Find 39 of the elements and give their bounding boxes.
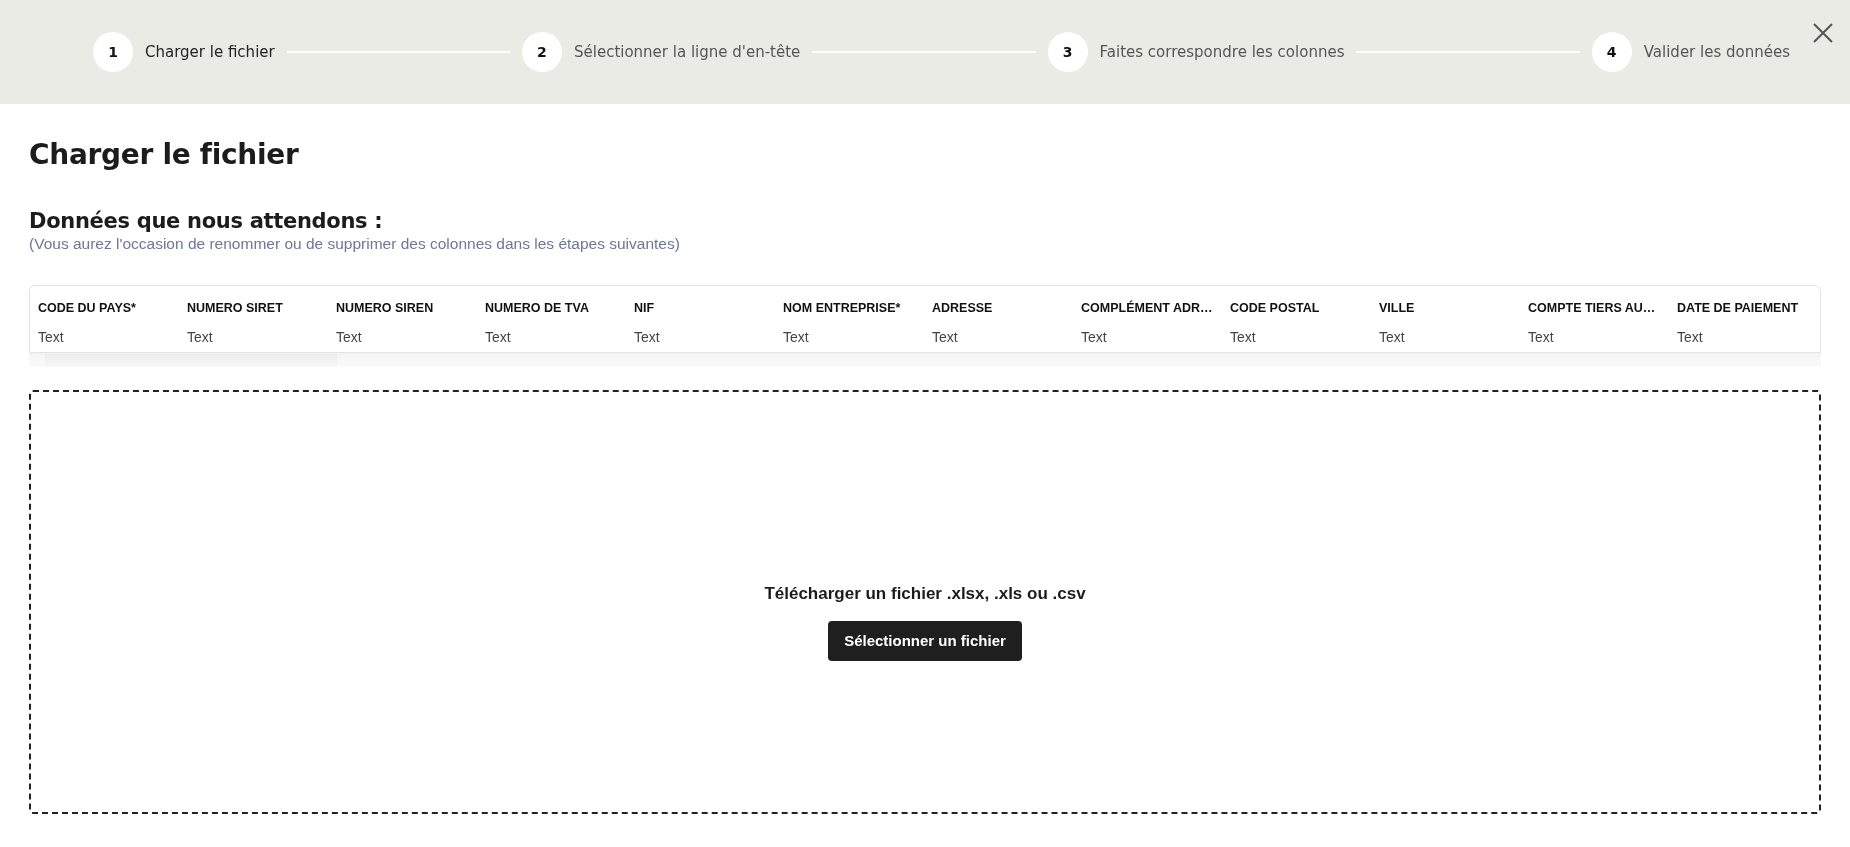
upload-prompt: Télécharger un fichier .xlsx, .xls ou .csv [764,583,1086,604]
table-cell-text: Text [1677,328,1704,347]
table-cell-text: Text [485,328,512,347]
page-title: Charger le fichier [29,138,300,171]
column-header: NIF [634,300,656,317]
step-number: 1 [93,32,133,72]
step-number: 4 [1591,32,1632,72]
step-label: Faites correspondre les colonnes [1099,43,1345,61]
column-header: VILLE [1379,300,1416,317]
table-cell-text: Text [932,328,959,347]
table-cell-text: Text [634,328,661,347]
step-label: Valider les données [1643,43,1790,61]
column-header: NUMERO DE TVA [485,300,590,317]
column-header: NUMERO SIREN [336,300,435,317]
column-header: DATE DE PAIEMENT [1677,300,1800,317]
table-cell-text: Text [187,328,214,347]
column-header: ADRESSE [932,300,994,317]
step-number: 3 [1047,32,1088,72]
table-cell-text: Text [1081,328,1108,347]
step-label: Sélectionner la ligne d'en-tête [574,43,801,61]
table-cell-text: Text [38,328,65,347]
column-header: CODE DU PAYS* [38,300,137,317]
column-header: NUMERO SIRET [187,300,284,317]
scrollbar-thumb[interactable] [45,354,337,366]
step-number: 2 [522,32,562,72]
column-header: COMPLÉMENT ADR… [1081,299,1214,317]
step-label: Charger le fichier [145,43,275,61]
select-file-button[interactable]: Sélectionner un fichier [828,620,1022,661]
section-heading: Données que nous attendons : [29,209,384,233]
table-cell-text: Text [1230,328,1257,347]
hint-text: (Vous aurez l'occasion de renommer ou de supprimer des colonnes dans les étapes suivantes) [29,235,681,253]
column-header: COMPTE TIERS AU… [1528,300,1657,317]
table-cell-text: Text [1528,328,1555,347]
table-cell-text: Text [336,328,363,347]
column-header: CODE POSTAL [1230,300,1321,317]
close-icon[interactable] [1812,22,1834,44]
column-header: NOM ENTREPRISE* [783,300,902,317]
table-cell-text: Text [783,328,810,347]
table-cell-text: Text [1379,328,1406,347]
